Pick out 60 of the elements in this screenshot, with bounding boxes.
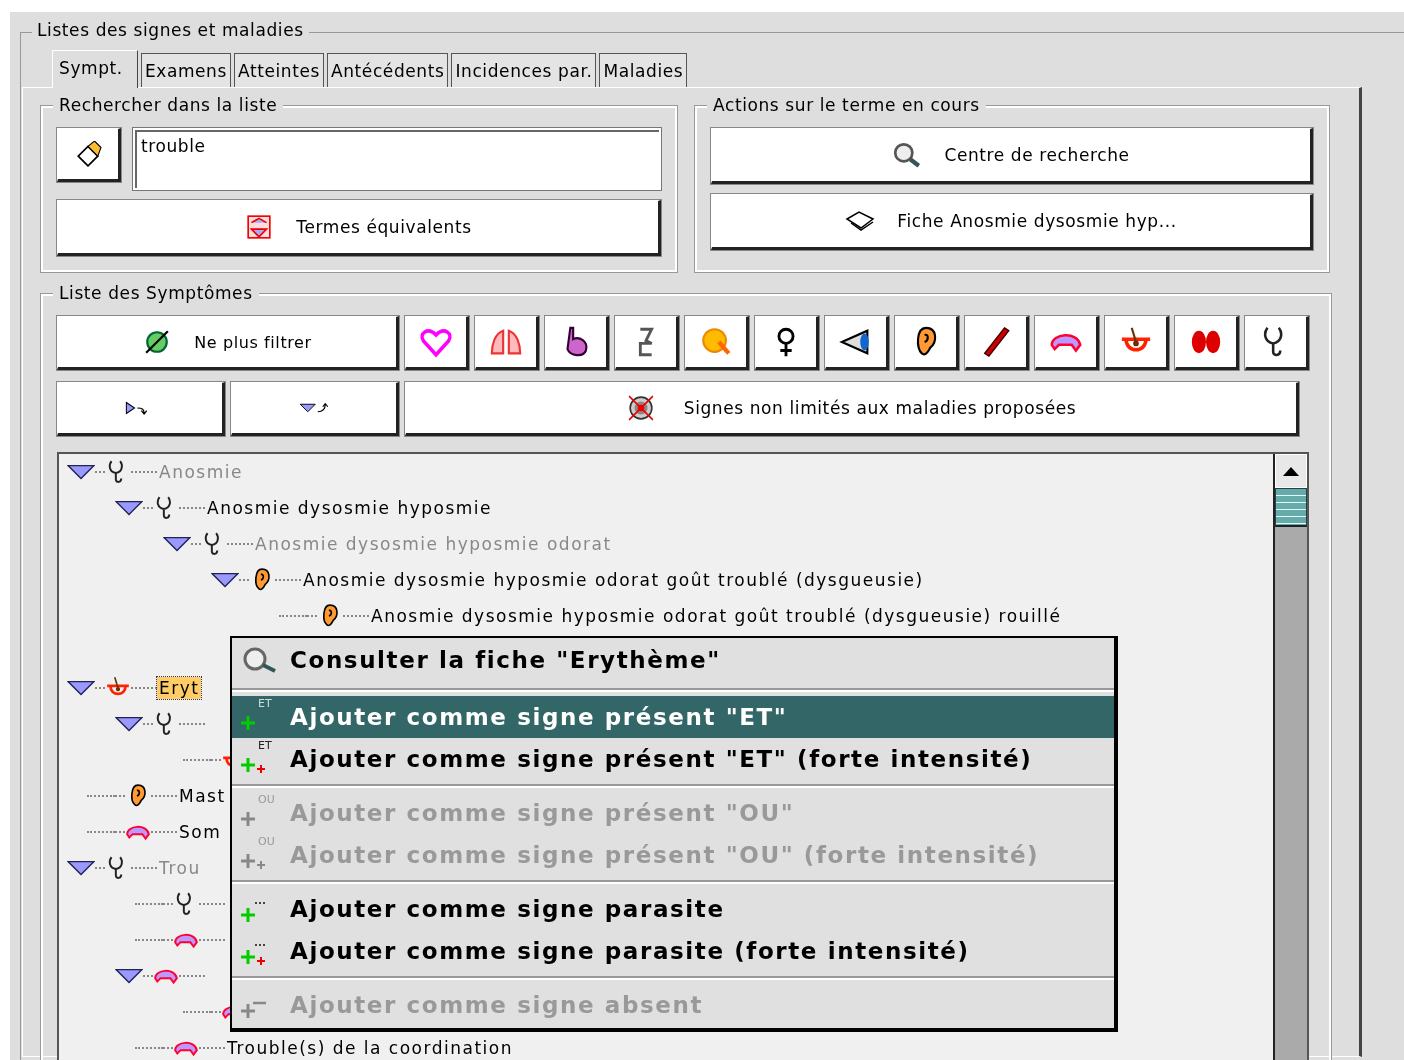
collapse-all-button[interactable] bbox=[231, 382, 399, 436]
vertical-scrollbar[interactable] bbox=[1273, 454, 1307, 1060]
body-system-filter-button[interactable] bbox=[475, 316, 539, 370]
body-system-filter-button[interactable] bbox=[1035, 316, 1099, 370]
tree-item[interactable]: Anosmie dysosmie hyposmie odorat goût troublé (dysgueusie) rouillé bbox=[369, 605, 1064, 627]
equivalent-terms-button[interactable]: Termes équivalents bbox=[57, 200, 661, 256]
superscript-label: ET bbox=[258, 697, 272, 710]
expand-triangle-icon[interactable] bbox=[67, 464, 95, 480]
menu-item[interactable]: Ajouter comme signe parasite (forte intensité) bbox=[232, 930, 1114, 972]
up-arrow-icon bbox=[1281, 465, 1301, 477]
superscript-label: ET bbox=[258, 739, 272, 752]
tab[interactable]: Maladies bbox=[599, 53, 688, 87]
card-icon bbox=[845, 208, 876, 234]
body-system-filter-button[interactable] bbox=[1175, 316, 1239, 370]
expand-triangle-icon[interactable] bbox=[115, 500, 143, 516]
expand-all-button[interactable] bbox=[57, 382, 225, 436]
tab[interactable]: Atteintes bbox=[233, 53, 324, 87]
eraser-button[interactable] bbox=[57, 128, 121, 182]
menu-item[interactable]: Ajouter comme signe parasite bbox=[232, 888, 1114, 930]
scroll-up-button[interactable] bbox=[1275, 454, 1307, 488]
tab[interactable]: Incidences par. bbox=[451, 53, 597, 87]
expand-triangle-icon[interactable] bbox=[67, 860, 95, 876]
tab[interactable]: Examens bbox=[140, 53, 231, 87]
superscript-label: OU bbox=[258, 793, 275, 806]
expand-triangle-icon[interactable] bbox=[115, 968, 143, 984]
search-icon bbox=[892, 142, 923, 168]
tree-item[interactable]: Eryt bbox=[157, 677, 202, 699]
body-system-filter-button[interactable] bbox=[545, 316, 609, 370]
body-system-filter-button[interactable] bbox=[895, 316, 959, 370]
tab[interactable]: Antécédents bbox=[326, 53, 449, 87]
term-sheet-button[interactable]: Fiche Anosmie dysosmie hyp... bbox=[711, 194, 1313, 250]
frame-title: Listes des signes et maladies bbox=[32, 20, 309, 40]
unfilter-button[interactable]: Ne plus filtrer bbox=[57, 316, 399, 370]
superscript-label: OU bbox=[258, 835, 275, 848]
menu-item[interactable]: Consulter la fiche "Erythème" bbox=[232, 638, 1114, 682]
body-system-filter-button[interactable] bbox=[685, 316, 749, 370]
group-title: Liste des Symptômes bbox=[53, 283, 259, 303]
body-system-filter-button[interactable] bbox=[405, 316, 469, 370]
body-system-filter-button[interactable] bbox=[1245, 316, 1309, 370]
expand-triangle-icon[interactable] bbox=[67, 680, 95, 696]
menu-item[interactable]: ET Ajouter comme signe présent "ET" (forte intensité) bbox=[232, 738, 1114, 780]
body-system-filter-button[interactable] bbox=[755, 316, 819, 370]
tree-item[interactable]: Trouble(s) de la coordination bbox=[225, 1037, 515, 1059]
tree-item[interactable]: Mast bbox=[177, 785, 228, 807]
unlimited-signs-button[interactable]: Signes non limités aux maladies proposées bbox=[405, 382, 1299, 436]
search-field[interactable]: trouble bbox=[133, 128, 661, 190]
tree-item[interactable]: Som bbox=[177, 821, 224, 843]
menu-item[interactable]: ET Ajouter comme signe présent "ET" bbox=[232, 696, 1114, 738]
body-system-filter-button[interactable] bbox=[1105, 316, 1169, 370]
tree-item[interactable]: Anosmie dysosmie hyposmie odorat goût troublé (dysgueusie) bbox=[301, 569, 926, 591]
body-system-filter-button[interactable] bbox=[615, 316, 679, 370]
tree-item[interactable]: Anosmie dysosmie hyposmie bbox=[205, 497, 495, 519]
scroll-thumb[interactable] bbox=[1275, 488, 1307, 527]
expand-triangle-icon[interactable] bbox=[211, 572, 239, 588]
body-system-filter-button[interactable] bbox=[825, 316, 889, 370]
research-center-button[interactable]: Centre de recherche bbox=[711, 128, 1313, 184]
tab[interactable]: Sympt. bbox=[52, 50, 138, 88]
body-system-filter-button[interactable] bbox=[965, 316, 1029, 370]
expand-triangle-icon[interactable] bbox=[115, 716, 143, 732]
expand-triangle-icon[interactable] bbox=[163, 536, 191, 552]
